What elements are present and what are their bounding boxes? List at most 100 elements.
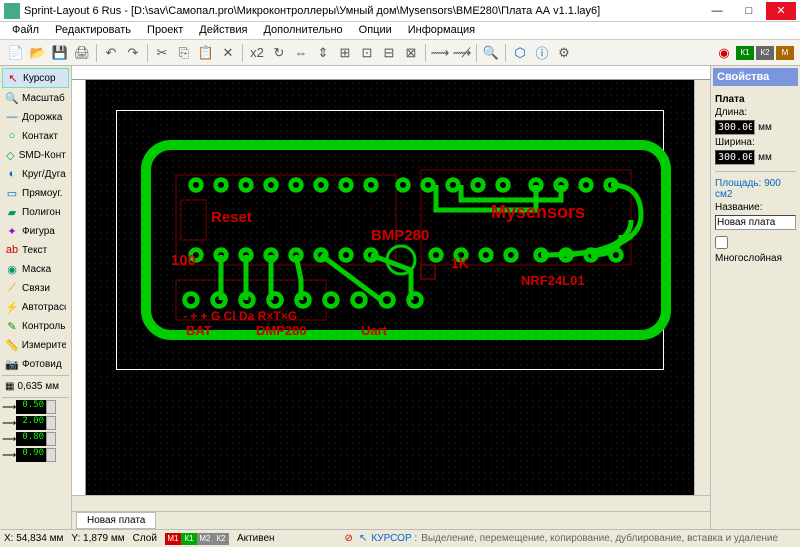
zoom-icon[interactable]: 🔍 xyxy=(481,43,501,63)
drc-icon[interactable]: ◉ xyxy=(714,43,734,63)
status-active: Активен xyxy=(233,533,279,544)
ungroup-icon[interactable]: ⊠ xyxy=(401,43,421,63)
transparency-icon[interactable]: ⬡ xyxy=(510,43,530,63)
board-tabs: Новая плата xyxy=(72,511,710,529)
gear-icon[interactable]: ⚙ xyxy=(554,43,574,63)
area-label: Площадь: 900 см2 xyxy=(715,178,796,200)
layer-badge-3[interactable]: М xyxy=(776,46,794,60)
snap-icon[interactable]: ⊡ xyxy=(357,43,377,63)
tool-Фотовид[interactable]: 📷Фотовид xyxy=(2,355,69,373)
coord-y: 1,879 мм xyxy=(83,533,125,544)
tool-panel: ↖Курсор🔍Масштаб—Дорожка○Контакт◇SMD-Конт… xyxy=(0,66,72,529)
connections-icon[interactable]: ⟿ xyxy=(430,43,450,63)
pcb-design: Reset BMP280 Mysensors 100 1K NRF24L01 -… xyxy=(141,140,671,340)
save-icon[interactable]: 💾 xyxy=(50,43,70,63)
tool-Прямоуг.[interactable]: ▭Прямоуг. xyxy=(2,184,69,202)
tool-Круг/Дуга[interactable]: ◐Круг/Дуга xyxy=(2,165,69,183)
svg-text:100: 100 xyxy=(171,252,196,269)
svg-text:DMP280: DMP280 xyxy=(256,323,307,338)
svg-text:BAT: BAT xyxy=(186,323,212,338)
mirror-v-icon[interactable]: ⇕ xyxy=(313,43,333,63)
tool-Курсор[interactable]: ↖Курсор xyxy=(2,68,69,88)
duplicate-icon[interactable]: x2 xyxy=(247,43,267,63)
group-icon[interactable]: ⊟ xyxy=(379,43,399,63)
length-input[interactable] xyxy=(715,120,755,135)
undo-icon[interactable]: ↶ xyxy=(101,43,121,63)
tool-Измеритель[interactable]: 📏Измеритель xyxy=(2,336,69,354)
name-input[interactable] xyxy=(715,215,796,230)
layer-М1[interactable]: М1 xyxy=(165,533,181,545)
align-icon[interactable]: ⊞ xyxy=(335,43,355,63)
tool-Дорожка[interactable]: —Дорожка xyxy=(2,108,69,126)
cut-icon[interactable]: ✂ xyxy=(152,43,172,63)
tool-Фигура[interactable]: ✦Фигура xyxy=(2,222,69,240)
info-icon[interactable]: ⓘ xyxy=(532,43,552,63)
scrollbar-h[interactable] xyxy=(72,495,710,511)
redo-icon[interactable]: ↷ xyxy=(123,43,143,63)
scrollbar-v[interactable] xyxy=(694,80,710,495)
mirror-h-icon[interactable]: ⇔ xyxy=(291,43,311,63)
board-tab[interactable]: Новая плата xyxy=(76,512,156,529)
ruler-vertical xyxy=(72,80,86,495)
menu-Дополнительно[interactable]: Дополнительно xyxy=(255,22,350,39)
minimize-button[interactable]: — xyxy=(702,2,732,20)
tool-Связи[interactable]: ⟋Связи xyxy=(2,279,69,297)
svg-text:- + + G Cl Da R×T×G: - + + G Cl Da R×T×G xyxy=(183,309,297,323)
statusbar: X: 54,834 мм Y: 1,879 мм Слой М1К1М2К2 А… xyxy=(0,529,800,547)
main-toolbar: 📄 📂 💾 🖨 ↶ ↷ ✂ ⎘ 📋 ✕ x2 ↻ ⇔ ⇕ ⊞ ⊡ ⊟ ⊠ ⟿ ⟿… xyxy=(0,40,800,66)
layer-К1[interactable]: К1 xyxy=(181,533,197,545)
canvas-area: Reset BMP280 Mysensors 100 1K NRF24L01 -… xyxy=(72,66,710,529)
svg-text:1K: 1K xyxy=(451,255,469,271)
multilayer-checkbox[interactable] xyxy=(715,236,728,249)
maximize-button[interactable]: □ xyxy=(734,2,764,20)
layer-М2[interactable]: М2 xyxy=(197,533,213,545)
delete-icon[interactable]: ✕ xyxy=(218,43,238,63)
coord-x: 54,834 мм xyxy=(16,533,63,544)
param-3[interactable]: ⟶0.90 xyxy=(2,448,69,462)
remove-conn-icon[interactable]: ⟿̸ xyxy=(452,43,472,63)
tool-SMD-Контакт[interactable]: ◇SMD-Контакт xyxy=(2,146,69,164)
layer-К2[interactable]: К2 xyxy=(213,533,229,545)
tool-Автотрасса[interactable]: ⚡Автотрасса xyxy=(2,298,69,316)
svg-text:Uart: Uart xyxy=(361,323,388,338)
param-0[interactable]: ⟶0.50 xyxy=(2,400,69,414)
open-icon[interactable]: 📂 xyxy=(28,43,48,63)
rotate-icon[interactable]: ↻ xyxy=(269,43,289,63)
width-label: Ширина: xyxy=(715,137,796,148)
titlebar: Sprint-Layout 6 Rus - [D:\sav\Самопал.pr… xyxy=(0,0,800,22)
layer-badge-1[interactable]: К1 xyxy=(736,46,754,60)
svg-text:Reset: Reset xyxy=(211,209,252,226)
width-input[interactable] xyxy=(715,150,755,165)
param-2[interactable]: ⟶0.80 xyxy=(2,432,69,446)
layer-badge-2[interactable]: К2 xyxy=(756,46,774,60)
menu-Редактировать[interactable]: Редактировать xyxy=(47,22,139,39)
tool-Полигон[interactable]: ▰Полигон xyxy=(2,203,69,221)
print-icon[interactable]: 🖨 xyxy=(72,43,92,63)
menu-Опции[interactable]: Опции xyxy=(351,22,400,39)
no-icon: ⊘ xyxy=(345,533,353,544)
menubar: ФайлРедактироватьПроектДействияДополните… xyxy=(0,22,800,40)
svg-text:BMP280: BMP280 xyxy=(371,227,429,244)
title-text: Sprint-Layout 6 Rus - [D:\sav\Самопал.pr… xyxy=(24,5,702,17)
new-icon[interactable]: 📄 xyxy=(6,43,26,63)
menu-Информация[interactable]: Информация xyxy=(400,22,483,39)
tool-Контроль[interactable]: ✎Контроль xyxy=(2,317,69,335)
param-1[interactable]: ⟶2.00 xyxy=(2,416,69,430)
tool-Масштаб[interactable]: 🔍Масштаб xyxy=(2,89,69,107)
props-title: Плата xyxy=(715,94,796,105)
copy-icon[interactable]: ⎘ xyxy=(174,43,194,63)
paste-icon[interactable]: 📋 xyxy=(196,43,216,63)
menu-Файл[interactable]: Файл xyxy=(4,22,47,39)
tool-Контакт[interactable]: ○Контакт xyxy=(2,127,69,145)
length-label: Длина: xyxy=(715,107,796,118)
grid-value[interactable]: ▦0,635 мм xyxy=(2,378,69,395)
menu-Проект[interactable]: Проект xyxy=(139,22,191,39)
name-label: Название: xyxy=(715,202,796,213)
tool-Текст[interactable]: abТекст xyxy=(2,241,69,259)
menu-Действия[interactable]: Действия xyxy=(191,22,255,39)
svg-text:Mysensors: Mysensors xyxy=(491,202,585,222)
app-icon xyxy=(4,3,20,19)
close-button[interactable]: ✕ xyxy=(766,2,796,20)
tool-Маска[interactable]: ◉Маска xyxy=(2,260,69,278)
canvas[interactable]: Reset BMP280 Mysensors 100 1K NRF24L01 -… xyxy=(86,80,694,495)
